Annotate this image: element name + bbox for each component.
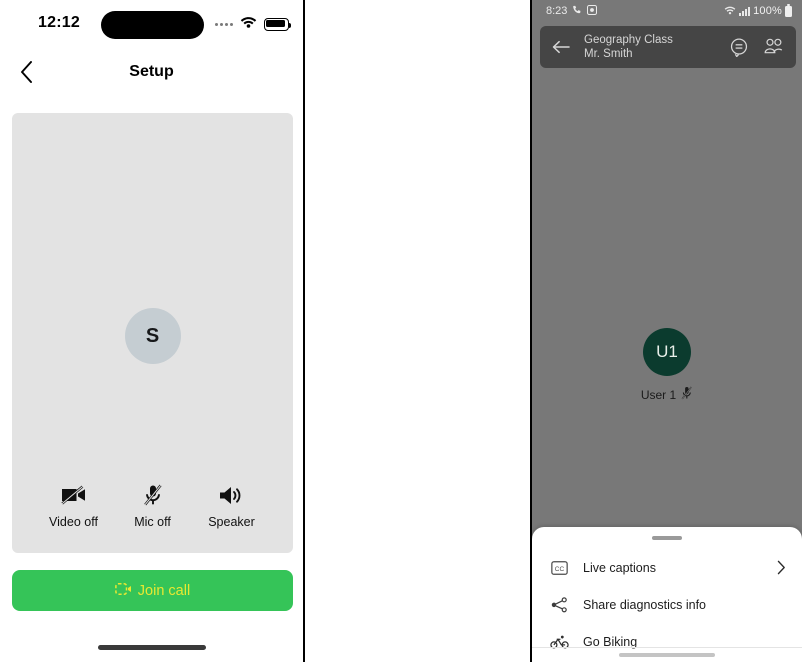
sheet-items-list: CC Live captions Share diagnostics info … (532, 549, 802, 660)
closed-captions-icon: CC (548, 560, 570, 575)
home-indicator (619, 653, 715, 657)
participant-name: User 1 (640, 387, 677, 402)
status-bar-time: 12:12 (38, 14, 80, 31)
sheet-divider (532, 647, 802, 648)
speaker-icon (219, 483, 245, 507)
sheet-item-live-captions[interactable]: CC Live captions (532, 549, 802, 586)
share-icon (548, 596, 570, 613)
join-call-label: Join call (137, 582, 191, 599)
status-bar-time: 8:23 (546, 5, 568, 17)
battery-percent-label: 100% (753, 5, 782, 17)
avatar-initial: S (145, 324, 160, 347)
chevron-right-icon (777, 560, 786, 575)
home-indicator (97, 645, 206, 650)
video-off-icon (60, 483, 87, 507)
wifi-icon (240, 15, 257, 33)
signal-bars-icon (739, 6, 751, 16)
video-toggle-button[interactable]: Video off (37, 483, 111, 529)
status-bar-right: 100% (724, 3, 792, 18)
participant-name-row: User 1 (641, 386, 693, 403)
app-bar-actions (729, 37, 784, 57)
mic-off-icon (681, 386, 693, 403)
ios-status-bar: 12:12 (0, 0, 303, 48)
join-call-button[interactable]: Join call (12, 570, 293, 611)
mic-off-icon (143, 483, 163, 507)
status-bar-left: 8:23 (546, 4, 598, 18)
sheet-item-share-diagnostics[interactable]: Share diagnostics info (532, 586, 802, 623)
app-badge-icon (587, 4, 598, 18)
avatar: S (124, 308, 181, 364)
spacer (305, 0, 530, 662)
page-title: Setup (129, 63, 174, 80)
call-subtitle: Mr. Smith (584, 48, 633, 60)
participant-avatar-initials: U1 (656, 342, 678, 361)
wifi-icon (724, 5, 736, 18)
phone-icon (572, 5, 582, 18)
ios-nav-bar: Setup (0, 48, 303, 96)
speaker-toggle-label: Speaker (208, 515, 255, 529)
ios-phone-setup-screen: 12:12 Setup S Video off Mic off Speaker … (0, 0, 305, 662)
people-icon[interactable] (763, 38, 784, 56)
chat-bubble-icon[interactable] (729, 37, 749, 57)
back-button[interactable] (12, 58, 40, 86)
back-button[interactable] (552, 40, 574, 54)
cellular-dots-icon (215, 22, 233, 26)
dynamic-island (101, 11, 204, 39)
video-call-icon (114, 582, 132, 599)
call-titles: Geography Class Mr. Smith (584, 33, 729, 61)
svg-text:CC: CC (554, 565, 564, 572)
sheet-item-label: Share diagnostics info (583, 597, 706, 612)
mic-toggle-label: Mic off (134, 515, 171, 529)
call-app-bar: Geography Class Mr. Smith (540, 26, 796, 68)
video-toggle-label: Video off (49, 515, 98, 529)
android-status-bar: 8:23 100% (532, 0, 802, 22)
battery-icon (264, 17, 292, 31)
call-title: Geography Class (584, 34, 673, 46)
drag-handle[interactable] (652, 536, 682, 540)
mic-toggle-button[interactable]: Mic off (116, 483, 190, 529)
status-bar-indicators (215, 15, 292, 33)
sheet-item-label: Live captions (583, 560, 656, 575)
video-preview-card: S Video off Mic off Speaker (12, 113, 293, 553)
participant-avatar: U1 (643, 328, 691, 376)
arrow-left-icon (552, 40, 570, 54)
android-phone-call-screen: 8:23 100% Geography Class Mr. Smith U1 U… (530, 0, 802, 662)
preview-controls-row: Video off Mic off Speaker (12, 483, 293, 529)
speaker-toggle-button[interactable]: Speaker (195, 483, 269, 529)
options-bottom-sheet: CC Live captions Share diagnostics info … (532, 527, 802, 662)
battery-icon (785, 3, 792, 17)
chevron-left-icon (20, 61, 32, 83)
screenshot-root: 12:12 Setup S Video off Mic off Speaker … (0, 0, 802, 662)
